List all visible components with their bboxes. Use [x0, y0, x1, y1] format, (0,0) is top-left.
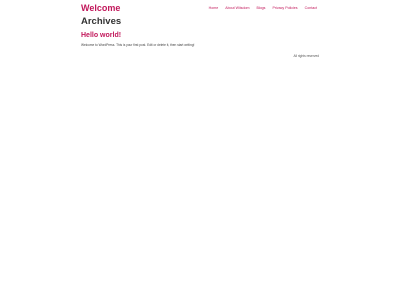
footer-copyright: All rights reserved — [293, 54, 319, 58]
post-title-link[interactable]: Hello world! — [81, 31, 121, 40]
nav-item-about[interactable]: About Wiisdom — [225, 6, 249, 11]
site-title-link[interactable]: Welcome — [81, 3, 120, 14]
nav-item-home[interactable]: Home — [209, 6, 219, 11]
page-title: Archives — [81, 16, 122, 27]
main-navigation: Home About Wiisdom Blogs Privacy Policie… — [209, 6, 317, 11]
nav-item-blogs[interactable]: Blogs — [256, 6, 265, 11]
nav-item-contact[interactable]: Contact — [305, 6, 317, 11]
page: Welcome Home About Wiisdom Blogs Privacy… — [0, 0, 400, 300]
post-excerpt: Welcome to WordPress. This is your first… — [81, 43, 195, 47]
nav-item-privacy-policies[interactable]: Privacy Policies — [272, 6, 297, 11]
